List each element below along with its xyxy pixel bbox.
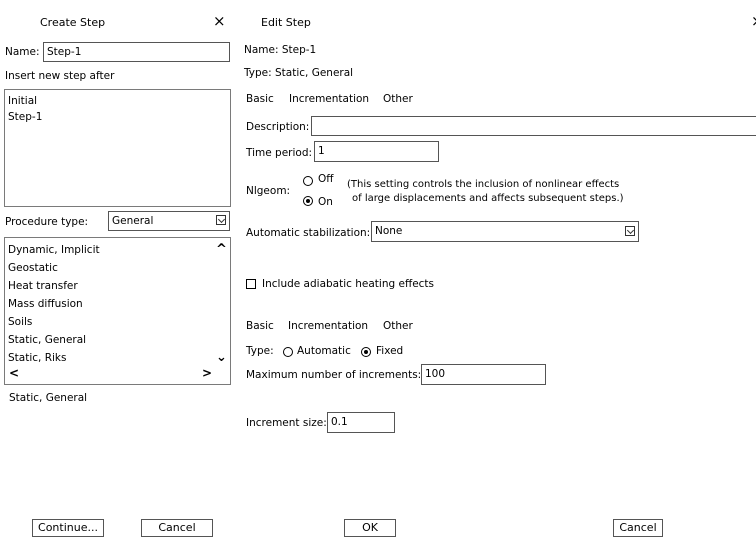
procedure-type-value: General bbox=[112, 215, 154, 227]
create-step-title: Create Step bbox=[40, 16, 106, 29]
max-increments-label: Maximum number of increments: bbox=[246, 369, 422, 381]
selected-procedure-text: Static, General bbox=[9, 392, 88, 404]
adiabatic-checkbox[interactable] bbox=[246, 279, 256, 289]
time-period-label: Time period: bbox=[246, 147, 313, 159]
tab-other[interactable]: Other bbox=[383, 93, 413, 105]
nlgeom-on-radio[interactable] bbox=[303, 196, 313, 206]
stabilization-value: None bbox=[375, 225, 403, 237]
tab-other-lower[interactable]: Other bbox=[383, 320, 413, 332]
list-item[interactable]: Step-1 bbox=[8, 109, 42, 125]
steps-list[interactable]: Initial Step-1 bbox=[4, 89, 231, 207]
list-item[interactable]: Geostatic bbox=[8, 260, 58, 276]
nlgeom-note-line1: (This setting controls the inclusion of … bbox=[347, 179, 620, 190]
edit-name-line: Name: Step-1 bbox=[244, 44, 317, 56]
create-cancel-button[interactable]: Cancel bbox=[141, 519, 213, 537]
tab-basic-lower[interactable]: Basic bbox=[246, 320, 274, 332]
time-period-input[interactable]: 1 bbox=[314, 141, 439, 162]
nlgeom-on-label: On bbox=[318, 196, 333, 208]
nlgeom-off-radio[interactable] bbox=[303, 176, 313, 186]
create-step-name-label: Name: bbox=[5, 46, 40, 58]
list-item[interactable]: Initial bbox=[8, 93, 37, 109]
ok-button[interactable]: OK bbox=[344, 519, 396, 537]
type-fixed-label: Fixed bbox=[376, 345, 404, 357]
adiabatic-label: Include adiabatic heating effects bbox=[262, 278, 435, 290]
type-automatic-label: Automatic bbox=[297, 345, 351, 357]
increment-size-label: Increment size: bbox=[246, 417, 327, 429]
edit-type-line: Type: Static, General bbox=[244, 67, 354, 79]
tab-incrementation[interactable]: Incrementation bbox=[289, 93, 369, 105]
procedure-type-select[interactable]: General bbox=[108, 211, 230, 231]
create-step-close-icon[interactable]: × bbox=[213, 12, 226, 30]
continue-button[interactable]: Continue... bbox=[32, 519, 104, 537]
max-increments-input[interactable]: 100 bbox=[421, 364, 546, 385]
list-item[interactable]: Soils bbox=[8, 314, 32, 330]
tab-incrementation-lower[interactable]: Incrementation bbox=[288, 320, 368, 332]
description-label: Description: bbox=[246, 121, 310, 133]
increment-size-input[interactable]: 0.1 bbox=[327, 412, 395, 433]
create-step-name-input[interactable]: Step-1 bbox=[43, 42, 230, 62]
scroll-right-icon[interactable]: > bbox=[202, 366, 212, 380]
list-item[interactable]: Dynamic, Implicit bbox=[8, 242, 100, 258]
scroll-up-icon[interactable]: ^ bbox=[216, 242, 227, 257]
nlgeom-off-label: Off bbox=[318, 173, 334, 185]
procedure-list[interactable]: Dynamic, Implicit Geostatic Heat transfe… bbox=[4, 237, 231, 385]
list-item[interactable]: Static, Riks bbox=[8, 350, 66, 366]
edit-step-title: Edit Step bbox=[261, 16, 311, 29]
stabilization-select[interactable]: None bbox=[371, 221, 639, 242]
chevron-down-icon bbox=[625, 226, 635, 236]
chevron-down-icon bbox=[216, 215, 226, 225]
increment-type-label: Type: bbox=[246, 345, 274, 357]
type-fixed-radio[interactable] bbox=[361, 347, 371, 357]
description-input[interactable] bbox=[311, 116, 756, 136]
list-item[interactable]: Mass diffusion bbox=[8, 296, 83, 312]
scroll-down-icon[interactable]: ⌄ bbox=[216, 350, 227, 365]
insert-after-label: Insert new step after bbox=[5, 70, 115, 82]
scroll-left-icon[interactable]: < bbox=[9, 366, 19, 380]
stabilization-label: Automatic stabilization: bbox=[246, 227, 371, 239]
nlgeom-label: Nlgeom: bbox=[246, 185, 291, 197]
edit-step-close-icon[interactable]: × bbox=[751, 12, 756, 30]
list-item[interactable]: Static, General bbox=[8, 332, 86, 348]
procedure-type-label: Procedure type: bbox=[5, 216, 89, 228]
edit-cancel-button[interactable]: Cancel bbox=[613, 519, 663, 537]
nlgeom-note-line2: of large displacements and affects subse… bbox=[352, 193, 624, 204]
list-item[interactable]: Heat transfer bbox=[8, 278, 78, 294]
tab-basic[interactable]: Basic bbox=[246, 93, 274, 105]
type-automatic-radio[interactable] bbox=[283, 347, 293, 357]
